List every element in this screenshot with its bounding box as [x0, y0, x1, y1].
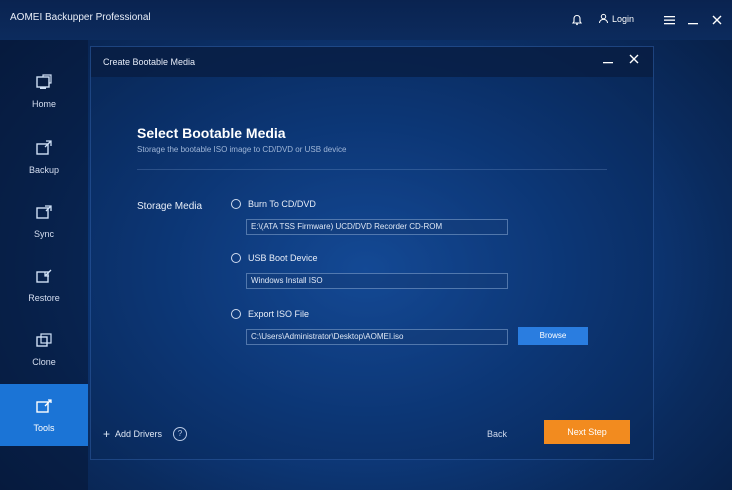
sidebar-item-restore[interactable]: Restore: [0, 254, 88, 316]
restore-icon: [36, 269, 52, 283]
option-burn-cd-dvd[interactable]: Burn To CD/DVD: [231, 199, 316, 209]
dialog-minimize-icon[interactable]: [599, 53, 617, 71]
cd-dvd-select[interactable]: E:\(ATA TSS Firmware) UCD/DVD Recorder C…: [246, 219, 508, 235]
page-title: Select Bootable Media: [137, 125, 286, 141]
login-label: Login: [612, 13, 635, 24]
option-label: USB Boot Device: [248, 253, 318, 263]
next-step-button[interactable]: Next Step: [544, 420, 630, 444]
sidebar-item-home[interactable]: Home: [0, 60, 88, 122]
sidebar-item-sync[interactable]: Sync: [0, 190, 88, 252]
dialog-close-icon[interactable]: [625, 53, 643, 71]
option-export-iso[interactable]: Export ISO File: [231, 309, 309, 319]
home-icon: [36, 74, 52, 89]
iso-path-input[interactable]: C:\Users\Administrator\Desktop\AOMEI.iso: [246, 329, 508, 345]
sync-icon: [36, 205, 52, 219]
option-label: Burn To CD/DVD: [248, 199, 316, 209]
radio-button[interactable]: [231, 199, 241, 209]
page-subtitle: Storage the bootable ISO image to CD/DVD…: [137, 145, 347, 154]
dialog-title: Create Bootable Media: [103, 57, 196, 67]
sidebar-item-label: Tools: [33, 423, 55, 433]
tools-icon: [36, 399, 52, 413]
sidebar-item-tools[interactable]: Tools: [0, 384, 88, 446]
usb-device-select[interactable]: Windows Install ISO: [246, 273, 508, 289]
minimize-icon[interactable]: [682, 9, 704, 31]
title-bar: AOMEI Backupper Professional Login: [0, 0, 732, 40]
radio-button[interactable]: [231, 253, 241, 263]
clone-icon: [36, 333, 52, 347]
sidebar-item-clone[interactable]: Clone: [0, 318, 88, 380]
add-drivers-label: Add Drivers: [115, 429, 163, 439]
close-icon[interactable]: [706, 9, 728, 31]
menu-icon[interactable]: [658, 9, 680, 31]
storage-media-label: Storage Media: [137, 201, 203, 212]
sidebar-item-label: Restore: [28, 293, 60, 303]
app-window: AOMEI Backupper Professional Login Home …: [0, 0, 732, 490]
divider: [137, 169, 607, 170]
login-button[interactable]: Login: [598, 13, 634, 24]
user-icon: [599, 13, 608, 24]
back-button[interactable]: Back: [475, 425, 519, 443]
add-drivers-button[interactable]: + Add Drivers ?: [103, 427, 188, 441]
plus-icon: +: [103, 427, 111, 441]
create-bootable-media-dialog: Create Bootable Media Select Bootable Me…: [90, 46, 654, 460]
sidebar: Home Backup Sync Restore Clone Tools: [0, 40, 88, 490]
option-usb-boot-device[interactable]: USB Boot Device: [231, 253, 318, 263]
radio-button[interactable]: [231, 309, 241, 319]
sidebar-item-backup[interactable]: Backup: [0, 126, 88, 188]
dialog-header: Create Bootable Media: [91, 47, 653, 77]
bell-icon[interactable]: [566, 9, 588, 31]
help-icon[interactable]: ?: [173, 427, 188, 441]
option-label: Export ISO File: [248, 309, 310, 319]
sidebar-item-label: Clone: [32, 357, 56, 367]
sidebar-item-label: Sync: [33, 229, 54, 239]
app-title: AOMEI Backupper Professional: [10, 12, 151, 23]
browse-button[interactable]: Browse: [518, 327, 588, 345]
backup-icon: [36, 140, 52, 155]
sidebar-item-label: Home: [31, 99, 56, 109]
sidebar-item-label: Backup: [28, 165, 60, 175]
